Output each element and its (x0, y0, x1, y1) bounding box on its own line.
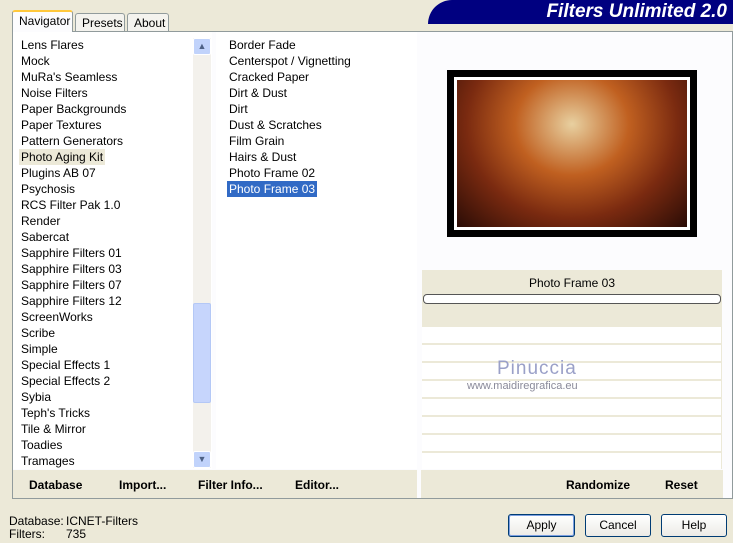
parameter-slot (422, 327, 721, 343)
filter-item[interactable]: Photo Frame 03 (227, 181, 318, 197)
category-item[interactable]: Simple (19, 341, 60, 357)
cancel-button[interactable]: Cancel (585, 514, 651, 537)
progress-bar (423, 294, 721, 304)
status-filters-value: 735 (66, 527, 87, 541)
category-item[interactable]: Psychosis (19, 181, 77, 197)
preview-area: Photo Frame 03 Pinuccia www.maidiregrafi… (421, 32, 723, 469)
watermark-url: www.maidiregrafica.eu (467, 380, 578, 392)
app-title-banner: Filters Unlimited 2.0 (428, 0, 733, 24)
category-item[interactable]: Sapphire Filters 12 (19, 293, 124, 309)
reset-button[interactable]: Reset (665, 478, 698, 492)
tab-about[interactable]: About (127, 13, 169, 32)
category-item[interactable]: Photo Aging Kit (19, 149, 106, 165)
scrollbar-thumb[interactable] (193, 303, 211, 403)
category-item[interactable]: Special Effects 2 (19, 373, 112, 389)
import-button[interactable]: Import... (119, 478, 166, 492)
filter-item[interactable]: Film Grain (227, 133, 286, 149)
right-toolbar: Randomize Reset (421, 470, 723, 498)
category-item[interactable]: Lens Flares (19, 37, 86, 53)
filter-item[interactable]: Dirt (227, 101, 250, 117)
category-item[interactable]: Paper Backgrounds (19, 101, 128, 117)
category-item[interactable]: Sapphire Filters 07 (19, 277, 124, 293)
tab-presets[interactable]: Presets (75, 13, 125, 32)
filter-item[interactable]: Hairs & Dust (227, 149, 298, 165)
category-list[interactable]: Lens Flares Mock MuRa's Seamless Noise Filt… (13, 32, 212, 469)
category-item[interactable]: Render (19, 213, 62, 229)
category-item[interactable]: Sapphire Filters 03 (19, 261, 124, 277)
category-item[interactable]: Mock (19, 53, 52, 69)
filter-info-button[interactable]: Filter Info... (198, 478, 263, 492)
parameter-slot (422, 435, 721, 451)
filter-item[interactable]: Cracked Paper (227, 69, 311, 85)
category-item[interactable]: Sapphire Filters 01 (19, 245, 124, 261)
category-item[interactable]: Sybia (19, 389, 53, 405)
editor-button[interactable]: Editor... (295, 478, 339, 492)
status-database-value: ICNET-Filters (66, 514, 138, 528)
help-button[interactable]: Help (661, 514, 727, 537)
filter-item[interactable]: Photo Frame 02 (227, 165, 317, 181)
preview-image (447, 70, 697, 237)
category-item[interactable]: Tile & Mirror (19, 421, 88, 437)
category-item[interactable]: Scribe (19, 325, 57, 341)
category-scrollbar[interactable]: ▲ ▼ (193, 38, 211, 468)
category-item[interactable]: ScreenWorks (19, 309, 95, 325)
scroll-up-button[interactable]: ▲ (193, 38, 211, 55)
category-item[interactable]: Sabercat (19, 229, 71, 245)
category-item[interactable]: Pattern Generators (19, 133, 125, 149)
tab-navigator[interactable]: Navigator (12, 10, 73, 32)
apply-button[interactable]: Apply (508, 514, 575, 537)
filter-item[interactable]: Border Fade (227, 37, 298, 53)
scroll-down-button[interactable]: ▼ (193, 451, 211, 468)
filter-name-area: Photo Frame 03 (422, 270, 722, 326)
category-item[interactable]: Special Effects 1 (19, 357, 112, 373)
filter-item[interactable]: Dirt & Dust (227, 85, 289, 101)
category-item[interactable]: Tramages (19, 453, 77, 469)
status-database-label: Database: (9, 514, 64, 528)
randomize-button[interactable]: Randomize (566, 478, 630, 492)
category-item[interactable]: Noise Filters (19, 85, 90, 101)
parameter-area (422, 326, 722, 469)
parameter-slot (422, 399, 721, 415)
filter-item[interactable]: Dust & Scratches (227, 117, 324, 133)
preview-filter-name: Photo Frame 03 (528, 276, 616, 290)
filter-list[interactable]: Border Fade Centerspot / Vignetting Cracke… (216, 32, 417, 469)
category-item[interactable]: Plugins AB 07 (19, 165, 98, 181)
parameter-slot (422, 453, 721, 469)
filter-item[interactable]: Centerspot / Vignetting (227, 53, 353, 69)
database-button[interactable]: Database (29, 478, 82, 492)
category-item[interactable]: Paper Textures (19, 117, 104, 133)
watermark-name: Pinuccia (497, 358, 577, 379)
category-item[interactable]: Toadies (19, 437, 64, 453)
category-item[interactable]: MuRa's Seamless (19, 69, 119, 85)
category-item[interactable]: Teph's Tricks (19, 405, 92, 421)
status-filters-label: Filters: (9, 527, 45, 541)
parameter-slot (422, 417, 721, 433)
left-toolbar: Database Import... Filter Info... Editor… (13, 470, 417, 498)
category-item[interactable]: RCS Filter Pak 1.0 (19, 197, 122, 213)
